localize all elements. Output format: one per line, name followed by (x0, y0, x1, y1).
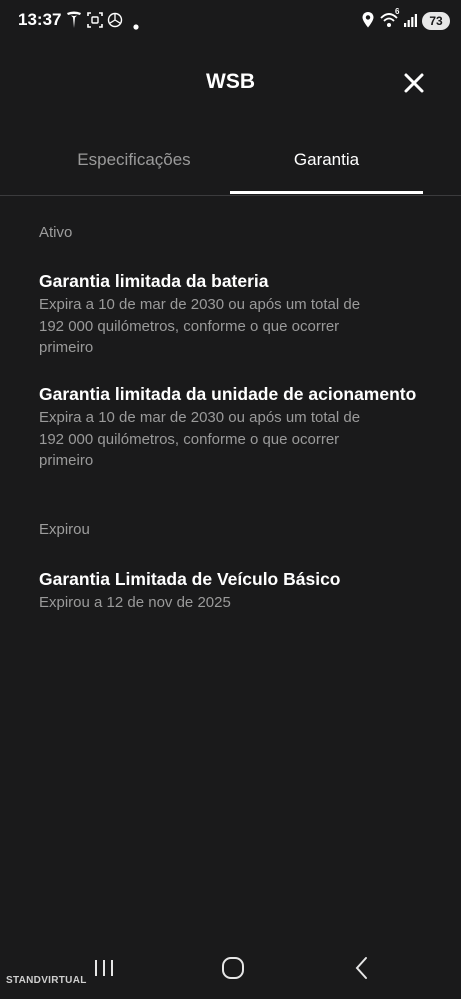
scan-icon (87, 11, 103, 34)
watermark-logo: STANDVIRTUAL (6, 975, 87, 986)
back-icon (355, 957, 367, 979)
warranty-desc-line: 192 000 quilómetros, conforme o que ocor… (39, 317, 340, 335)
tab-divider (0, 195, 461, 196)
warranty-item-battery: Garantia limitada da bateria Expira a 10… (39, 269, 434, 359)
warranty-description: Expira a 10 de mar de 2030 ou após um to… (39, 407, 434, 472)
recent-apps-button[interactable] (92, 958, 116, 978)
location-icon (361, 11, 375, 34)
status-bar: 13:37 6 73 (0, 0, 461, 44)
warranty-item-basic-vehicle: Garantia Limitada de Veículo Básico Expi… (39, 567, 434, 614)
section-label-active: Ativo (39, 224, 73, 241)
notification-dot-icon (133, 17, 139, 35)
warranty-description: Expira a 10 de mar de 2030 ou após um to… (39, 294, 434, 359)
close-icon (404, 73, 424, 93)
warranty-desc-line: Expira a 10 de mar de 2030 ou após um to… (39, 296, 361, 313)
active-tab-indicator (230, 191, 423, 194)
tab-warranty[interactable]: Garantia (230, 135, 423, 193)
section-label-expired: Expirou (39, 521, 90, 538)
recent-apps-icon (95, 960, 113, 976)
warranty-desc-line: primeiro (39, 452, 94, 469)
warranty-title: Garantia limitada da bateria (39, 271, 269, 291)
signal-icon (403, 11, 419, 34)
warranty-title: Garantia limitada da unidade de acioname… (39, 384, 417, 404)
mercedes-logo-icon (107, 11, 123, 34)
home-button[interactable] (221, 956, 245, 980)
warranty-desc-line: Expirou a 12 de nov de 2025 (39, 594, 231, 611)
page-title: WSB (206, 70, 255, 93)
warranty-desc-line: 192 000 quilómetros, conforme o que ocor… (39, 430, 340, 448)
system-nav-bar (0, 938, 461, 999)
warranty-desc-line: Expira a 10 de mar de 2030 ou após um to… (39, 409, 361, 426)
tesla-logo-icon (66, 11, 82, 34)
close-button[interactable] (402, 71, 426, 95)
warranty-item-drive-unit: Garantia limitada da unidade de acioname… (39, 382, 434, 472)
battery-indicator: 73 (422, 12, 450, 30)
warranty-description: Expirou a 12 de nov de 2025 (39, 592, 434, 614)
warranty-desc-line: primeiro (39, 339, 94, 356)
back-button[interactable] (352, 956, 372, 980)
status-time: 13:37 (18, 10, 62, 29)
network-badge: 6 (395, 7, 400, 16)
warranty-title: Garantia Limitada de Veículo Básico (39, 569, 341, 589)
tab-bar: Especificações Garantia (0, 135, 461, 197)
home-icon (222, 957, 244, 979)
tab-specifications[interactable]: Especificações (36, 135, 232, 193)
